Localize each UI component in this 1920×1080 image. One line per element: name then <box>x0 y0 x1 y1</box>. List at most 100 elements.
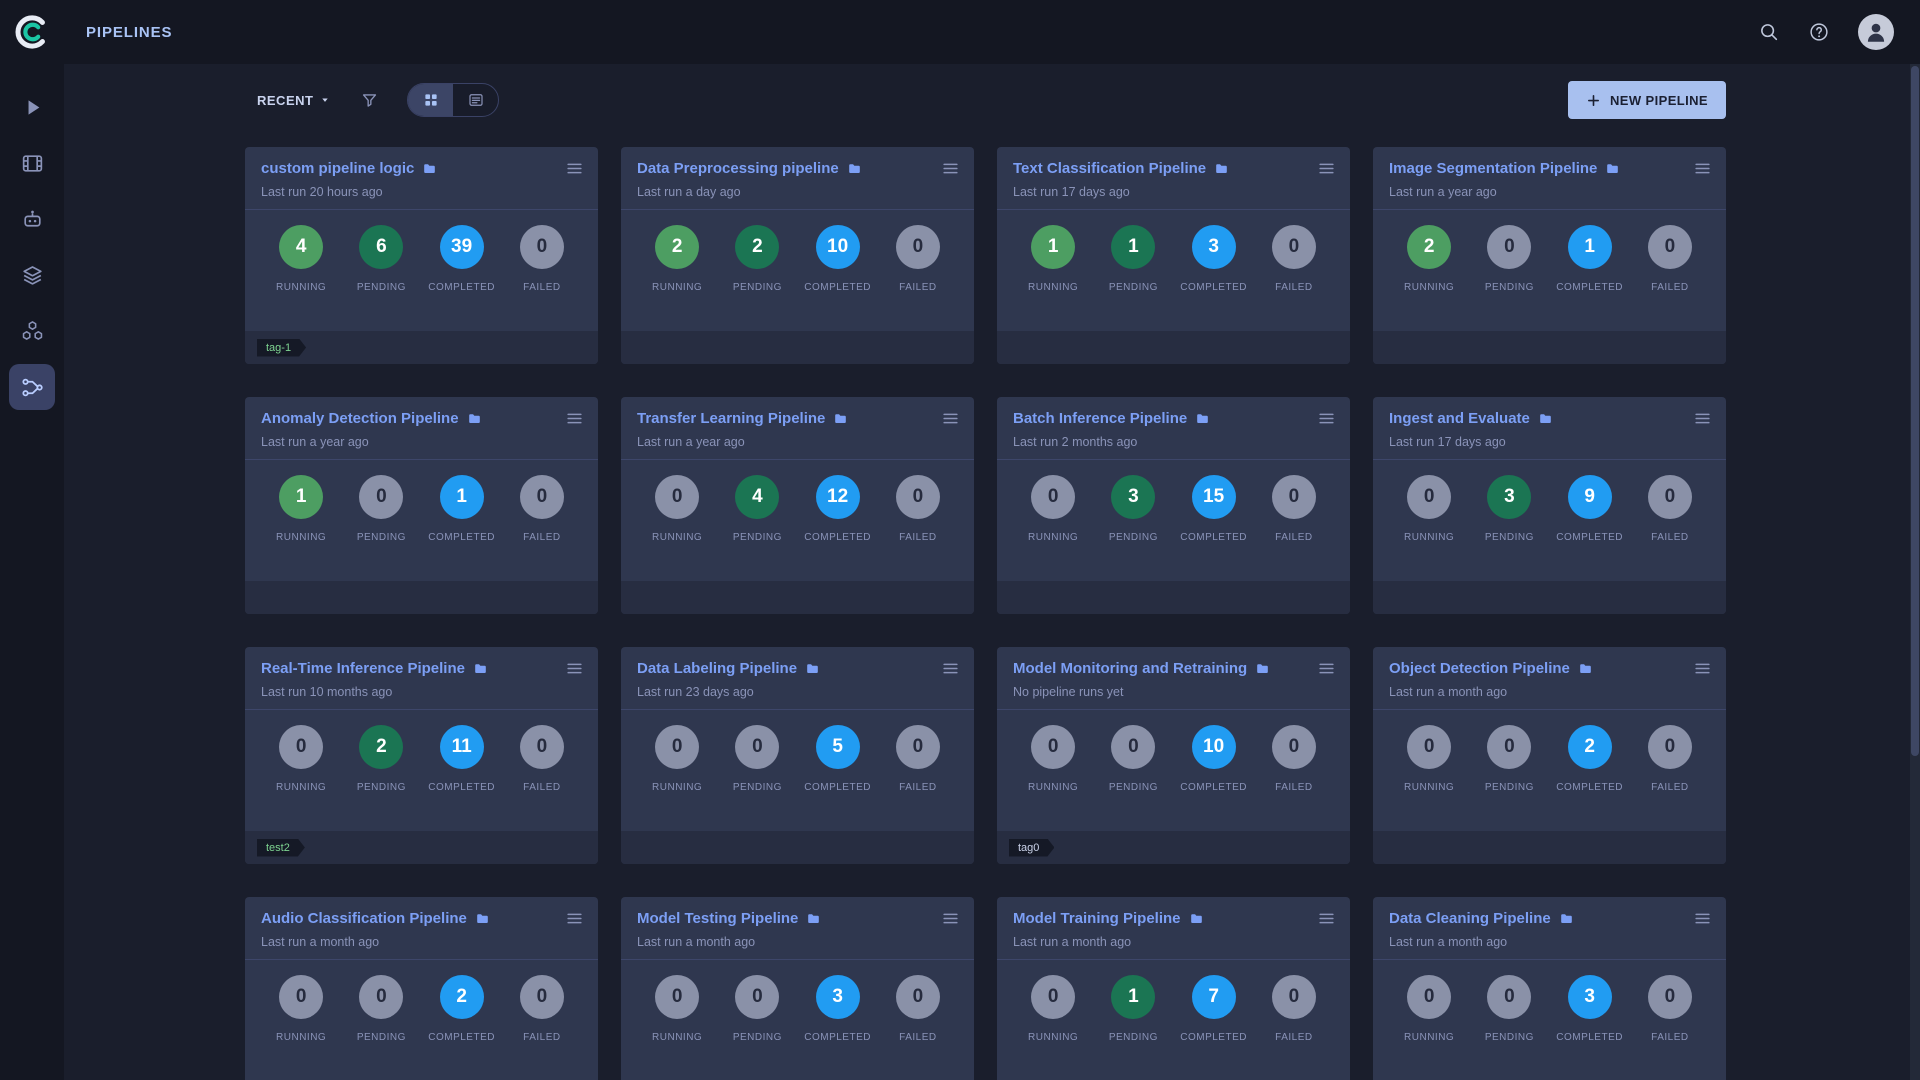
last-run-text: Last run a month ago <box>261 935 584 959</box>
pipeline-title[interactable]: Model Testing Pipeline <box>637 910 798 927</box>
pipeline-title[interactable]: Ingest and Evaluate <box>1389 410 1530 427</box>
pipeline-title[interactable]: custom pipeline logic <box>261 160 414 177</box>
new-pipeline-button[interactable]: NEW PIPELINE <box>1568 81 1726 119</box>
pipeline-card[interactable]: Batch Inference Pipeline Last run 2 month… <box>997 397 1350 614</box>
stat-running: 0RUNNING <box>637 475 717 543</box>
card-footer: tag-1 <box>245 331 598 364</box>
stat-pending: 0PENDING <box>341 475 421 543</box>
pipeline-card[interactable]: Audio Classification Pipeline Last run a … <box>245 897 598 1080</box>
clearml-logo[interactable] <box>0 12 64 52</box>
last-run-text: Last run a day ago <box>637 185 960 209</box>
card-menu-button[interactable] <box>565 909 584 928</box>
card-menu-button[interactable] <box>941 909 960 928</box>
stat-completed: 11COMPLETED <box>422 725 502 793</box>
pipeline-card[interactable]: Image Segmentation PipelineLast run a ye… <box>1373 147 1726 364</box>
pipeline-card[interactable]: Transfer Learning PipelineLast run a yea… <box>621 397 974 614</box>
card-menu-button[interactable] <box>941 159 960 178</box>
card-menu-button[interactable] <box>565 659 584 678</box>
card-stats: 0RUNNING3PENDING9COMPLETED0FAILED <box>1373 460 1726 543</box>
pipeline-title[interactable]: Transfer Learning Pipeline <box>637 410 825 427</box>
stat-pending: 1PENDING <box>1093 975 1173 1043</box>
sidebar-item-pipelines[interactable] <box>9 364 55 410</box>
card-menu-button[interactable] <box>1317 159 1336 178</box>
last-run-text: Last run 2 months ago <box>1013 435 1336 459</box>
stat-running-label: RUNNING <box>276 782 326 793</box>
stat-completed: 3COMPLETED <box>798 975 878 1043</box>
pipeline-card[interactable]: Ingest and EvaluateLast run 17 days ago0… <box>1373 397 1726 614</box>
pipeline-card[interactable]: Model Monitoring and RetrainingNo pipeli… <box>997 647 1350 864</box>
sort-dropdown[interactable]: RECENT <box>257 93 330 108</box>
pipeline-card[interactable]: Real-Time Inference PipelineLast run 10 … <box>245 647 598 864</box>
project-folder-icon <box>473 661 488 676</box>
pipeline-card[interactable]: Model Testing PipelineLast run a month a… <box>621 897 974 1080</box>
card-menu-button[interactable] <box>565 159 584 178</box>
stat-failed: 0 FAILED <box>1630 225 1710 293</box>
stat-failed-label: FAILED <box>1651 1032 1688 1043</box>
pipeline-title[interactable]: Data Preprocessing pipeline <box>637 160 839 177</box>
pipeline-card[interactable]: Data Cleaning PipelineLast run a month a… <box>1373 897 1726 1080</box>
list-view-button[interactable] <box>453 84 498 116</box>
stat-running-label: RUNNING <box>1028 282 1078 293</box>
stat-completed-label: COMPLETED <box>804 532 871 543</box>
stat-failed-count: 0 <box>1648 225 1692 269</box>
play-icon <box>20 95 45 120</box>
search-icon[interactable] <box>1758 21 1780 43</box>
pipeline-title[interactable]: Anomaly Detection Pipeline <box>261 410 459 427</box>
pipeline-title[interactable]: Model Monitoring and Retraining <box>1013 660 1247 677</box>
sidebar-item-projects[interactable] <box>9 140 55 186</box>
pipeline-title[interactable]: Object Detection Pipeline <box>1389 660 1570 677</box>
card-menu-button[interactable] <box>1693 159 1712 178</box>
filter-button[interactable] <box>360 91 379 110</box>
stat-completed-count: 10 <box>1192 725 1236 769</box>
stat-pending-label: PENDING <box>1485 1032 1534 1043</box>
pipeline-title[interactable]: Real-Time Inference Pipeline <box>261 660 465 677</box>
stat-pending: 4PENDING <box>717 475 797 543</box>
stat-running: 0RUNNING <box>637 975 717 1043</box>
pipeline-title[interactable]: Batch Inference Pipeline <box>1013 410 1187 427</box>
card-menu-button[interactable] <box>565 409 584 428</box>
card-menu-button[interactable] <box>1693 659 1712 678</box>
stat-completed-label: COMPLETED <box>804 282 871 293</box>
stat-pending-count: 0 <box>1487 725 1531 769</box>
card-menu-button[interactable] <box>1317 409 1336 428</box>
card-header: Anomaly Detection PipelineLast run a yea… <box>245 397 598 460</box>
pipeline-title[interactable]: Text Classification Pipeline <box>1013 160 1206 177</box>
project-folder-icon <box>1559 911 1574 926</box>
card-menu-button[interactable] <box>1693 909 1712 928</box>
pipeline-card[interactable]: Text Classification Pipeline Last run 17 … <box>997 147 1350 364</box>
stat-completed-label: COMPLETED <box>1180 282 1247 293</box>
sidebar-item-datasets[interactable] <box>9 252 55 298</box>
pipeline-title[interactable]: Audio Classification Pipeline <box>261 910 467 927</box>
card-menu-button[interactable] <box>1317 659 1336 678</box>
pipeline-card[interactable]: Model Training PipelineLast run a month … <box>997 897 1350 1080</box>
stat-completed: 5COMPLETED <box>798 725 878 793</box>
card-menu-button[interactable] <box>941 659 960 678</box>
pipeline-card[interactable]: Object Detection PipelineLast run a mont… <box>1373 647 1726 864</box>
help-icon[interactable] <box>1808 21 1830 43</box>
stat-failed-label: FAILED <box>1651 282 1688 293</box>
pipeline-card[interactable]: Anomaly Detection PipelineLast run a yea… <box>245 397 598 614</box>
sidebar-item-workers[interactable] <box>9 196 55 242</box>
caret-down-icon <box>320 95 330 105</box>
last-run-text: Last run 17 days ago <box>1013 185 1336 209</box>
stat-running-label: RUNNING <box>652 532 702 543</box>
sidebar-item-dashboard[interactable] <box>9 84 55 130</box>
pipeline-card[interactable]: Data Preprocessing pipeline Last run a da… <box>621 147 974 364</box>
stat-completed: 10COMPLETED <box>798 225 878 293</box>
card-menu-button[interactable] <box>1693 409 1712 428</box>
pipeline-title[interactable]: Image Segmentation Pipeline <box>1389 160 1597 177</box>
pipeline-title[interactable]: Model Training Pipeline <box>1013 910 1181 927</box>
pipeline-card[interactable]: Data Labeling Pipeline Last run 23 days a… <box>621 647 974 864</box>
card-menu-button[interactable] <box>1317 909 1336 928</box>
grid-view-button[interactable] <box>408 84 453 116</box>
scrollbar-thumb[interactable] <box>1911 66 1919 756</box>
pipeline-card[interactable]: custom pipeline logicLast run 20 hours a… <box>245 147 598 364</box>
card-stats: 0RUNNING2PENDING11COMPLETED0FAILED <box>245 710 598 793</box>
pipeline-title[interactable]: Data Cleaning Pipeline <box>1389 910 1551 927</box>
last-run-text: Last run 23 days ago <box>637 685 960 709</box>
pipeline-title[interactable]: Data Labeling Pipeline <box>637 660 797 677</box>
sidebar-item-applications[interactable] <box>9 308 55 354</box>
card-menu-button[interactable] <box>941 409 960 428</box>
scrollbar[interactable] <box>1910 64 1920 1080</box>
user-avatar[interactable] <box>1858 14 1894 50</box>
